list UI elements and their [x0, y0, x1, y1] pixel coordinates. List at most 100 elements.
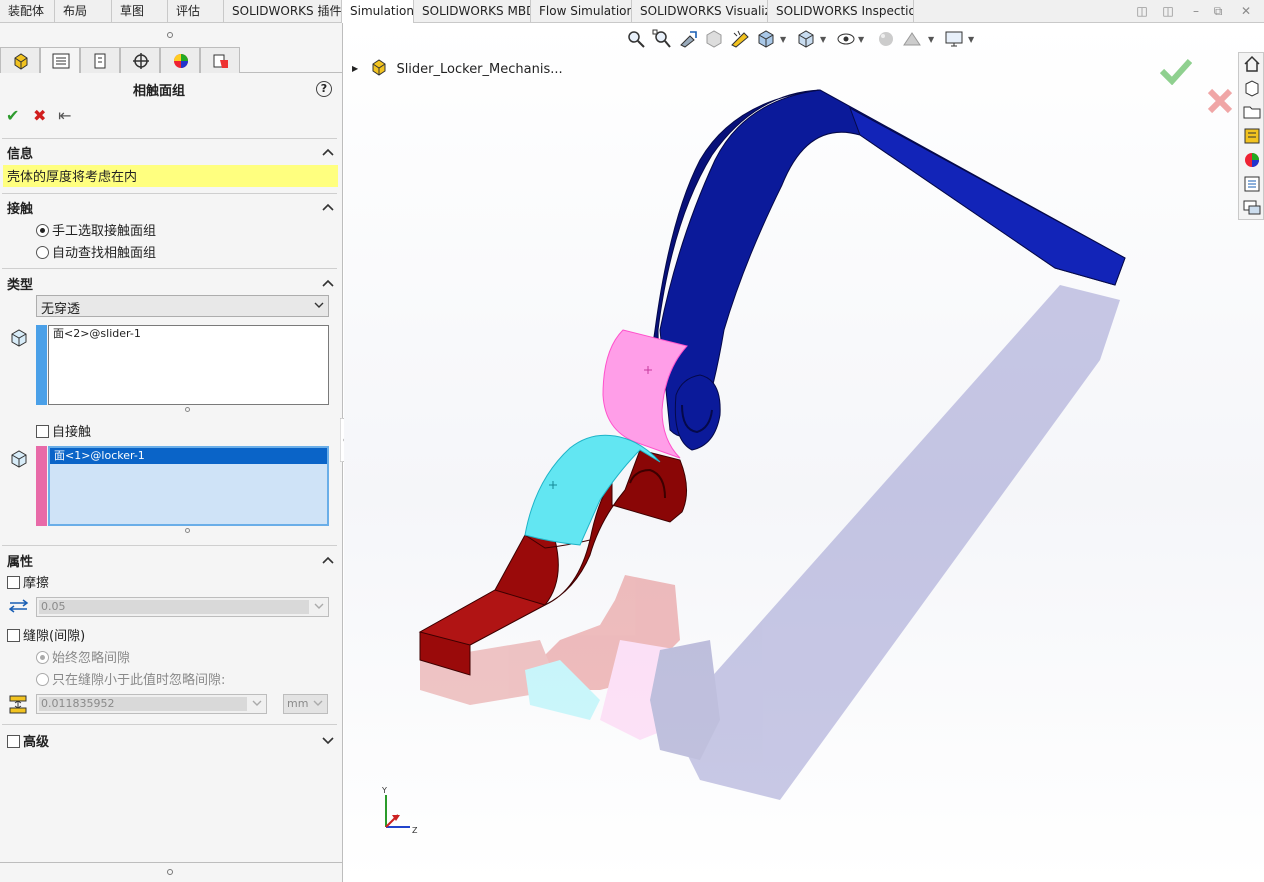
model-graphics[interactable]	[344, 23, 1264, 882]
minimize-icon[interactable]: –	[1188, 4, 1204, 18]
tab-assembly[interactable]: 装配体	[0, 0, 55, 23]
display-manager-tab[interactable]	[160, 47, 200, 73]
properties-section-heading: 属性	[7, 555, 34, 570]
unit-select[interactable]: mm	[283, 694, 328, 714]
checkbox-label: 自接触	[52, 425, 92, 440]
unit-value: mm	[287, 697, 309, 710]
collapse-up-icon[interactable]	[322, 278, 334, 288]
command-manager-tabs: 装配体 布局 草图 评估 SOLIDWORKS 插件 Simulation SO…	[0, 0, 1264, 24]
manager-tabs	[0, 47, 343, 73]
radio-button-icon[interactable]	[36, 224, 49, 237]
divider	[2, 545, 337, 546]
manual-select-radio[interactable]: 手工选取接触面组	[36, 220, 156, 239]
checkbox-icon[interactable]	[7, 629, 20, 642]
tab-solidworks-inspection[interactable]: SOLIDWORKS Inspection	[768, 0, 914, 23]
simulation-study-icon	[213, 54, 228, 68]
radio-button-icon[interactable]	[36, 651, 49, 664]
radio-label: 始终忽略间隙	[52, 651, 131, 666]
always-ignore-gap-radio[interactable]: 始终忽略间隙	[36, 647, 130, 666]
file-explorer-icon[interactable]	[1243, 103, 1261, 121]
radio-button-icon[interactable]	[36, 246, 49, 259]
checkbox-icon[interactable]	[7, 735, 20, 748]
contact-type-value: 无穿透	[41, 302, 81, 317]
divider	[2, 193, 337, 194]
list-item[interactable]: 面<2>@slider-1	[49, 326, 328, 342]
friction-checkbox[interactable]: 摩擦	[7, 572, 49, 591]
divider	[2, 724, 337, 725]
tab-flow-simulation[interactable]: Flow Simulation	[531, 0, 632, 23]
set1-selection-list[interactable]: 面<2>@slider-1	[48, 325, 329, 405]
restore-icon[interactable]: ⧉	[1210, 4, 1226, 18]
splitter-handle-icon[interactable]	[166, 868, 174, 876]
divider	[2, 138, 337, 139]
page-title: 相触面组	[132, 84, 185, 99]
auto-find-radio[interactable]: 自动查找相触面组	[36, 242, 156, 261]
contact-type-select[interactable]: 无穿透	[36, 295, 329, 317]
configuration-icon	[94, 53, 106, 69]
resize-handle-icon[interactable]	[185, 407, 190, 412]
tab-simulation[interactable]: Simulation	[342, 0, 414, 24]
face-set-1-icon	[11, 329, 27, 347]
ok-check-icon[interactable]: ✔	[6, 107, 19, 125]
home-icon[interactable]	[1243, 55, 1261, 73]
set2-selection-list[interactable]: 面<1>@locker-1	[48, 446, 329, 526]
pushpin-icon[interactable]: ⇤	[58, 107, 71, 125]
list-item[interactable]: 面<1>@locker-1	[50, 448, 327, 464]
collapse-up-icon[interactable]	[322, 202, 334, 212]
axis-y-label: Y	[381, 786, 387, 795]
splitter-handle-icon[interactable]	[166, 31, 174, 39]
expand-down-icon[interactable]	[322, 735, 334, 745]
graphics-viewport[interactable]: ▼ ▼ ▼ ▼ ▼ ▶ Slider_Locker_Mechanis... Y …	[344, 23, 1264, 882]
info-message: 壳体的厚度将考虑在内	[3, 165, 338, 187]
checkbox-label: 摩擦	[23, 576, 50, 591]
property-manager-panel: 相触面组 ? ✔ ✖ ⇤ 信息 壳体的厚度将考虑在内 接触 手工选取接触面组 自…	[0, 23, 343, 882]
checkbox-icon[interactable]	[7, 576, 20, 589]
custom-properties-icon[interactable]	[1243, 175, 1261, 193]
checkbox-label: 缝隙(间隙)	[23, 629, 86, 644]
tab-solidworks-addins[interactable]: SOLIDWORKS 插件	[224, 0, 342, 23]
self-contact-checkbox[interactable]: 自接触	[36, 421, 91, 440]
radio-label: 自动查找相触面组	[52, 246, 157, 261]
chevron-down-icon	[314, 603, 324, 609]
checkbox-icon[interactable]	[36, 425, 49, 438]
advanced-checkbox[interactable]: 高级	[7, 731, 49, 750]
gap-clearance-checkbox[interactable]: 缝隙(间隙)	[7, 625, 85, 644]
property-manager-tab[interactable]	[40, 47, 80, 73]
collapse-up-icon[interactable]	[322, 555, 334, 565]
radio-button-icon[interactable]	[36, 673, 49, 686]
view-palette-icon[interactable]	[1243, 127, 1261, 145]
friction-value-input[interactable]: 0.05	[36, 597, 329, 617]
design-library-icon[interactable]	[1243, 79, 1261, 97]
divider	[2, 268, 337, 269]
chevron-down-icon	[314, 302, 324, 308]
appearances-icon[interactable]	[1243, 151, 1261, 169]
resize-handle-icon[interactable]	[185, 528, 190, 533]
cancel-x-icon[interactable]: ✖	[33, 107, 46, 125]
radio-label: 手工选取接触面组	[52, 224, 157, 239]
collapse-up-icon[interactable]	[322, 147, 334, 157]
help-icon[interactable]: ?	[316, 81, 332, 97]
configuration-manager-tab[interactable]	[80, 47, 120, 73]
checkbox-label: 高级	[23, 735, 50, 750]
forum-icon[interactable]	[1243, 199, 1261, 217]
close-icon[interactable]: ✕	[1238, 4, 1254, 18]
simulation-study-tab[interactable]	[200, 47, 240, 73]
tab-evaluate[interactable]: 评估	[168, 0, 224, 23]
tab-layout[interactable]: 布局	[55, 0, 112, 23]
assembly-cube-icon	[14, 53, 28, 70]
task-pane-bar	[1238, 52, 1264, 220]
tab-solidworks-mbd[interactable]: SOLIDWORKS MBD	[414, 0, 531, 23]
chevron-down-icon	[252, 700, 262, 706]
axis-z-label: Z	[412, 826, 418, 835]
dimxpert-manager-tab[interactable]	[120, 47, 160, 73]
tab-sketch[interactable]: 草图	[112, 0, 168, 23]
feature-manager-tab[interactable]	[0, 47, 40, 73]
tile-right-icon[interactable]: ◫	[1160, 4, 1176, 18]
ignore-if-less-radio[interactable]: 只在缝隙小于此值时忽略间隙:	[36, 669, 225, 688]
face-set-2-icon	[11, 450, 27, 468]
gap-value-input[interactable]: 0.011835952	[36, 694, 267, 714]
panel-bottom-splitter	[0, 862, 343, 882]
tile-left-icon[interactable]: ◫	[1134, 4, 1150, 18]
crosshair-icon	[133, 53, 149, 69]
tab-solidworks-visualize[interactable]: SOLIDWORKS Visualize	[632, 0, 768, 23]
